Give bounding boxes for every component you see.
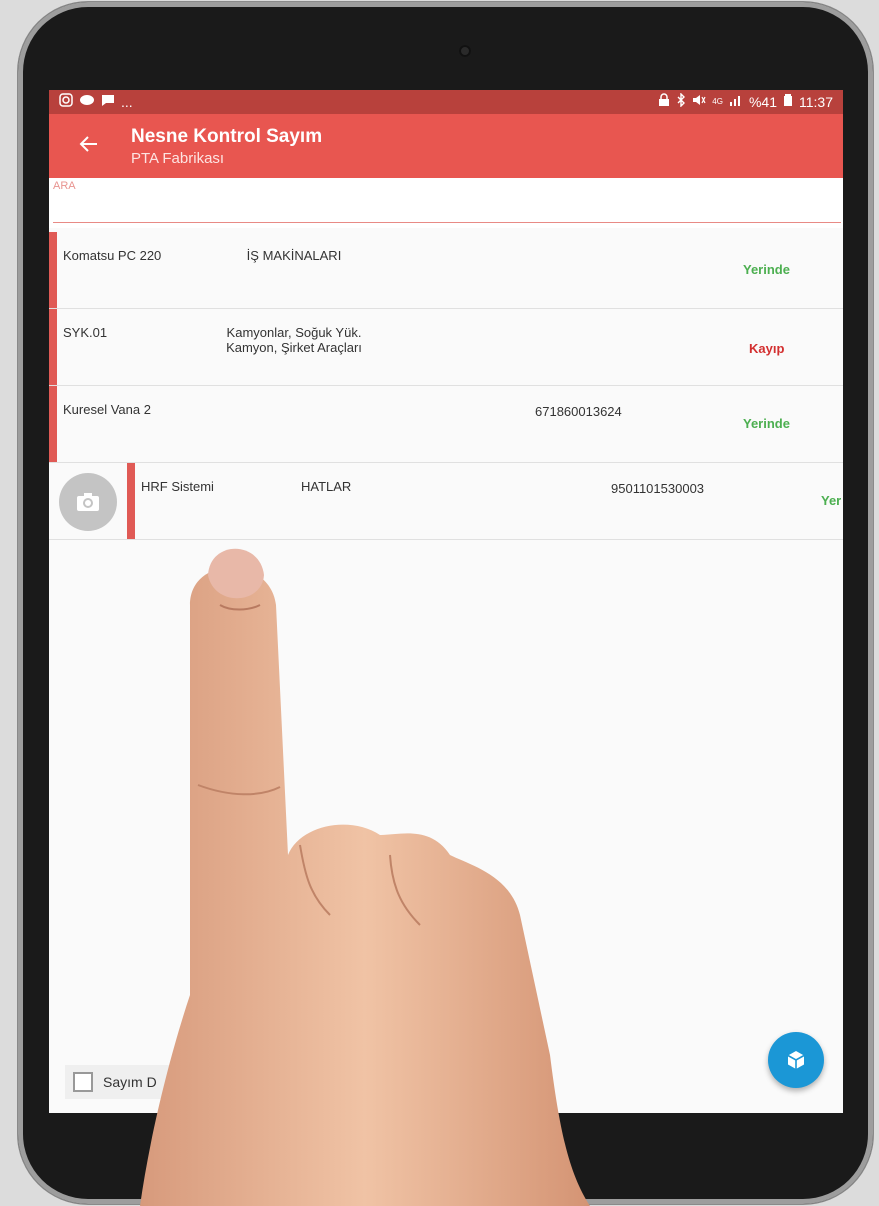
status-badge: Yerinde bbox=[743, 262, 790, 277]
clock: 11:37 bbox=[799, 94, 833, 110]
item-name: Komatsu PC 220 bbox=[63, 248, 162, 263]
pointing-hand-image bbox=[140, 548, 590, 1206]
row-accent bbox=[127, 463, 135, 539]
camera-button[interactable] bbox=[59, 473, 117, 531]
status-badge: Yer bbox=[821, 493, 842, 508]
item-category: Kamyonlar, Soğuk Yük. Kamyon, Şirket Ara… bbox=[226, 325, 362, 355]
mute-icon bbox=[692, 93, 706, 111]
search-input[interactable] bbox=[53, 192, 841, 223]
item-list: Komatsu PC 220 İŞ MAKİNALARI Yerinde SYK… bbox=[49, 232, 843, 540]
camera-icon bbox=[77, 493, 99, 511]
item-category: HATLAR bbox=[301, 479, 352, 494]
status-bar: ... 4G %41 11:37 bbox=[49, 90, 843, 114]
search-label: ARA bbox=[53, 180, 76, 192]
row-accent bbox=[49, 232, 57, 308]
item-name: HRF Sistemi bbox=[141, 479, 214, 494]
search-area: ARA bbox=[49, 178, 843, 228]
app-bar: Nesne Kontrol Sayım PTA Fabrikası bbox=[49, 114, 843, 178]
item-name: Kuresel Vana 2 bbox=[63, 402, 151, 417]
list-item[interactable]: HRF Sistemi HATLAR 9501101530003 Yer bbox=[49, 463, 843, 540]
instagram-icon bbox=[59, 93, 73, 111]
bluetooth-icon bbox=[676, 92, 686, 111]
page-title: Nesne Kontrol Sayım bbox=[131, 126, 323, 147]
battery-icon bbox=[783, 93, 793, 111]
row-accent bbox=[49, 309, 57, 385]
front-camera bbox=[459, 45, 471, 57]
cube-icon bbox=[787, 1051, 805, 1069]
status-badge: Kayıp bbox=[749, 341, 785, 356]
row-accent bbox=[49, 386, 57, 462]
signal-icon bbox=[729, 93, 743, 111]
item-name: SYK.01 bbox=[63, 325, 108, 340]
back-arrow-icon[interactable] bbox=[77, 132, 101, 156]
status-badge: Yerinde bbox=[743, 416, 790, 431]
item-code: 671860013624 bbox=[535, 404, 622, 419]
network-label: 4G bbox=[712, 97, 723, 106]
list-item[interactable]: Kuresel Vana 2 671860013624 Yerinde bbox=[49, 386, 843, 463]
list-item[interactable]: SYK.01 Kamyonlar, Soğuk Yük. Kamyon, Şir… bbox=[49, 309, 843, 386]
page-subtitle: PTA Fabrikası bbox=[131, 150, 225, 167]
more-notifications: ... bbox=[121, 94, 133, 110]
box-fab-button[interactable] bbox=[768, 1032, 824, 1088]
item-category: İŞ MAKİNALARI bbox=[246, 248, 342, 263]
item-code: 9501101530003 bbox=[611, 481, 705, 496]
chat-icon bbox=[101, 93, 115, 111]
lock-icon bbox=[658, 93, 670, 111]
battery-percent: %41 bbox=[748, 94, 777, 110]
list-item[interactable]: Komatsu PC 220 İŞ MAKİNALARI Yerinde bbox=[49, 232, 843, 309]
count-checkbox[interactable] bbox=[73, 1072, 93, 1092]
message-icon bbox=[79, 93, 95, 111]
